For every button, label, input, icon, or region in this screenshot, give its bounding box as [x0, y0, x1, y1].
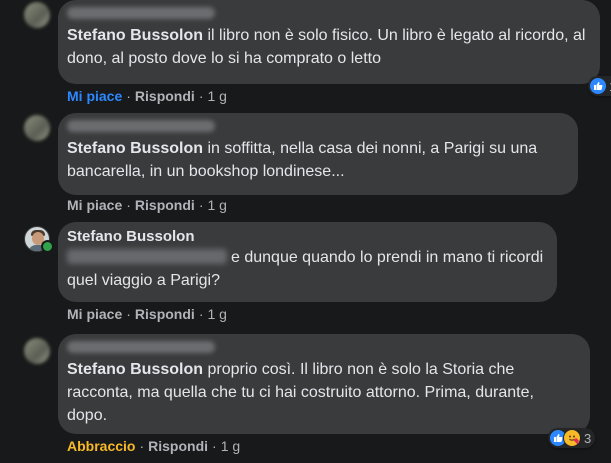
separator-dot: ·: [198, 197, 204, 213]
timestamp[interactable]: 1 g: [207, 306, 226, 322]
hug-icon: [563, 429, 581, 447]
comment-actions: Mi piace · Rispondi · 1 g: [67, 306, 227, 322]
separator-dot: ·: [198, 306, 204, 322]
like-button[interactable]: Mi piace: [67, 306, 122, 322]
reaction-count: 3: [584, 430, 592, 446]
avatar[interactable]: [24, 2, 50, 28]
comment-bubble: Stefano Bussolon proprio così. Il libro …: [58, 334, 590, 434]
like-button[interactable]: Mi piace: [67, 197, 122, 213]
separator-dot: ·: [126, 88, 131, 104]
avatar[interactable]: [24, 115, 50, 141]
comment-author-mention[interactable]: Stefano Bussolon: [67, 361, 203, 378]
reply-button[interactable]: Rispondi: [148, 438, 208, 454]
blurred-commenter-name[interactable]: [67, 7, 215, 19]
comment-actions: Mi piace · Rispondi · 1 g: [67, 197, 227, 213]
reaction-summary[interactable]: 3: [548, 428, 596, 448]
blurred-commenter-name[interactable]: [67, 120, 215, 132]
blurred-commenter-name[interactable]: [67, 341, 215, 353]
comment-actions: Abbraccio · Rispondi · 1 g: [67, 438, 240, 454]
reply-button[interactable]: Rispondi: [135, 197, 195, 213]
reply-button[interactable]: Rispondi: [135, 306, 195, 322]
comment-bubble: Stefano Bussolon e dunque quando lo pren…: [58, 222, 557, 302]
blurred-mention[interactable]: [67, 249, 227, 264]
like-button[interactable]: Mi piace: [67, 88, 122, 104]
like-icon: [590, 78, 606, 94]
comment-bubble: Stefano Bussolon il libro non è solo fis…: [58, 0, 600, 84]
separator-dot: ·: [139, 438, 145, 454]
comment-author-mention[interactable]: Stefano Bussolon: [67, 27, 203, 44]
comment-actions: Mi piace · Rispondi · 1 g: [67, 88, 227, 104]
avatar[interactable]: [24, 338, 50, 364]
reply-button[interactable]: Rispondi: [135, 88, 195, 104]
comment-author-mention[interactable]: Stefano Bussolon: [67, 140, 203, 157]
separator-dot: ·: [126, 306, 131, 322]
separator-dot: ·: [212, 438, 217, 454]
hug-button[interactable]: Abbraccio: [67, 438, 135, 454]
separator-dot: ·: [198, 88, 204, 104]
reaction-summary[interactable]: 1: [588, 76, 611, 96]
timestamp[interactable]: 1 g: [221, 438, 240, 454]
separator-dot: ·: [126, 197, 131, 213]
timestamp[interactable]: 1 g: [207, 88, 226, 104]
comment-author[interactable]: Stefano Bussolon: [67, 228, 545, 246]
timestamp[interactable]: 1 g: [207, 197, 226, 213]
comment-bubble: Stefano Bussolon in soffitta, nella casa…: [58, 113, 578, 195]
online-status-icon: [41, 240, 54, 253]
